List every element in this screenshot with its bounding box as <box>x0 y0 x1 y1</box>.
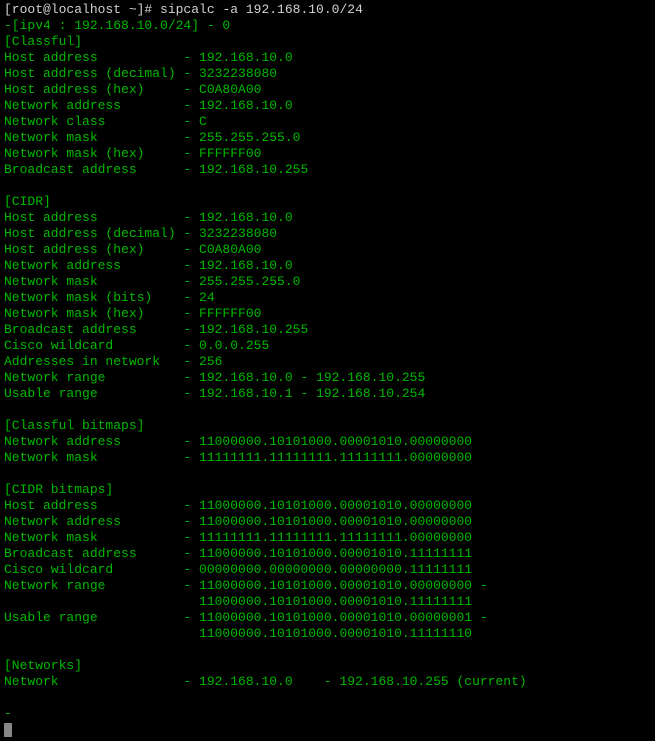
section-title: [CIDR] <box>4 194 651 210</box>
output-row: Network address - 11000000.10101000.0000… <box>4 514 651 530</box>
output-row: Broadcast address - 192.168.10.255 <box>4 322 651 338</box>
output-row: Host address (decimal) - 3232238080 <box>4 66 651 82</box>
blank-line <box>4 178 651 194</box>
output-row: Network mask - 255.255.255.0 <box>4 130 651 146</box>
blank-line <box>4 690 651 706</box>
rows-cidr-bitmaps: Host address - 11000000.10101000.0000101… <box>4 498 651 642</box>
output-row: Host address - 11000000.10101000.0000101… <box>4 498 651 514</box>
section-networks: [Networks] Network - 192.168.10.0 - 192.… <box>4 658 651 690</box>
output-row-continuation: 11000000.10101000.00001010.11111110 <box>4 626 651 642</box>
output-row: Host address - 192.168.10.0 <box>4 50 651 66</box>
output-row: Network range - 11000000.10101000.000010… <box>4 578 651 594</box>
section-title: [Classful bitmaps] <box>4 418 651 434</box>
output-row: Cisco wildcard - 00000000.00000000.00000… <box>4 562 651 578</box>
output-row: Network mask (hex) - FFFFFF00 <box>4 146 651 162</box>
output-row: Network address - 11000000.10101000.0000… <box>4 434 651 450</box>
dash-line: - <box>4 706 651 722</box>
output-row: Usable range - 192.168.10.1 - 192.168.10… <box>4 386 651 402</box>
rows-classful: Host address - 192.168.10.0Host address … <box>4 50 651 178</box>
command-text: sipcalc -a 192.168.10.0/24 <box>160 2 363 17</box>
cursor-icon <box>4 723 12 737</box>
output-row: Host address - 192.168.10.0 <box>4 210 651 226</box>
output-row: Network address - 192.168.10.0 <box>4 98 651 114</box>
blank-line <box>4 402 651 418</box>
blank-line <box>4 642 651 658</box>
output-row: Network mask - 11111111.11111111.1111111… <box>4 450 651 466</box>
output-row: Network range - 192.168.10.0 - 192.168.1… <box>4 370 651 386</box>
output-row-continuation: 11000000.10101000.00001010.11111111 <box>4 594 651 610</box>
section-title: [Networks] <box>4 658 651 674</box>
blank-line <box>4 466 651 482</box>
section-title: [CIDR bitmaps] <box>4 482 651 498</box>
ipv4-header: -[ipv4 : 192.168.10.0/24] - 0 <box>4 18 651 34</box>
section-title: [Classful] <box>4 34 651 50</box>
section-classful: [Classful] Host address - 192.168.10.0Ho… <box>4 34 651 178</box>
cursor-line[interactable] <box>4 722 651 738</box>
output-row: Network mask (hex) - FFFFFF00 <box>4 306 651 322</box>
output-row: Broadcast address - 192.168.10.255 <box>4 162 651 178</box>
output-row: Cisco wildcard - 0.0.0.255 <box>4 338 651 354</box>
output-row: Host address (decimal) - 3232238080 <box>4 226 651 242</box>
output-row: Network class - C <box>4 114 651 130</box>
section-classful-bitmaps: [Classful bitmaps] Network address - 110… <box>4 418 651 466</box>
rows-classful-bitmaps: Network address - 11000000.10101000.0000… <box>4 434 651 466</box>
output-row: Network mask - 11111111.11111111.1111111… <box>4 530 651 546</box>
section-cidr-bitmaps: [CIDR bitmaps] Host address - 11000000.1… <box>4 482 651 642</box>
prompt-line[interactable]: [root@localhost ~]# sipcalc -a 192.168.1… <box>4 2 651 18</box>
output-row: Network address - 192.168.10.0 <box>4 258 651 274</box>
output-row: Broadcast address - 11000000.10101000.00… <box>4 546 651 562</box>
rows-cidr: Host address - 192.168.10.0Host address … <box>4 210 651 402</box>
output-row: Addresses in network - 256 <box>4 354 651 370</box>
output-row: Host address (hex) - C0A80A00 <box>4 242 651 258</box>
output-row: Network mask - 255.255.255.0 <box>4 274 651 290</box>
output-row: Usable range - 11000000.10101000.0000101… <box>4 610 651 626</box>
output-row: Network mask (bits) - 24 <box>4 290 651 306</box>
shell-prompt: [root@localhost ~]# <box>4 2 160 17</box>
output-row: Network - 192.168.10.0 - 192.168.10.255 … <box>4 674 651 690</box>
rows-networks: Network - 192.168.10.0 - 192.168.10.255 … <box>4 674 651 690</box>
output-row: Host address (hex) - C0A80A00 <box>4 82 651 98</box>
section-cidr: [CIDR] Host address - 192.168.10.0Host a… <box>4 194 651 402</box>
